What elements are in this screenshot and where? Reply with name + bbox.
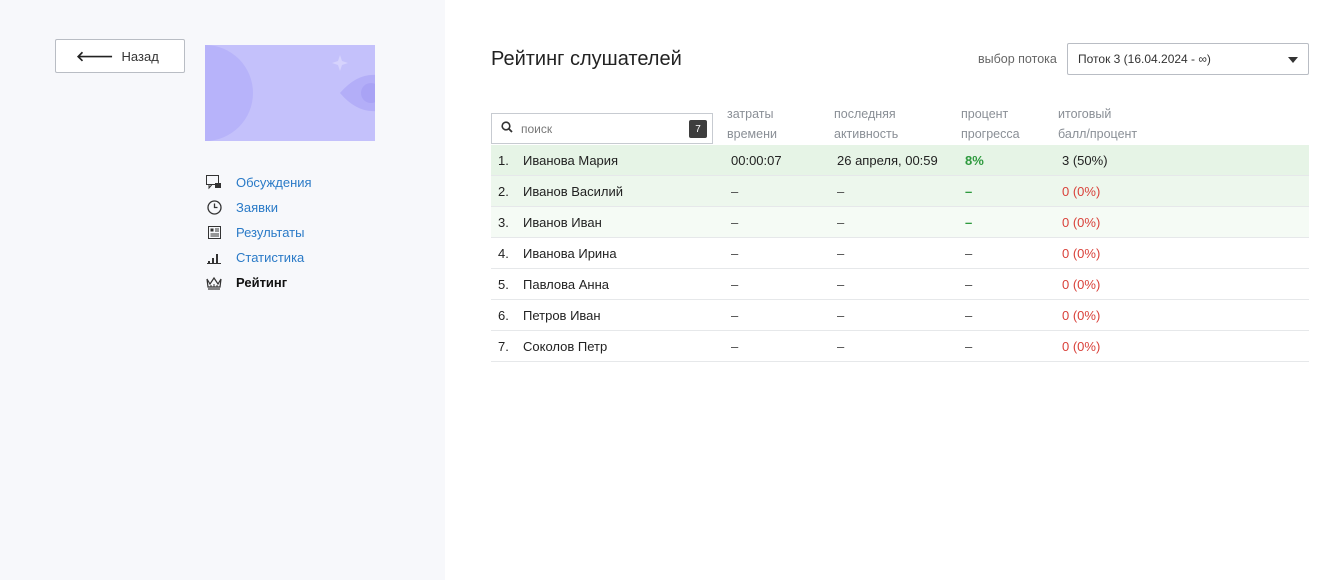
clock-icon	[205, 199, 223, 217]
row-rank: 4.	[498, 245, 509, 261]
page-title: Рейтинг слушателей	[491, 48, 682, 70]
column-header-progress: процент прогресса	[961, 107, 1020, 141]
row-score: 3 (50%)	[1062, 152, 1108, 168]
nav-item-requests[interactable]: Заявки	[205, 195, 312, 220]
row-time: –	[731, 245, 739, 261]
search-icon	[501, 120, 513, 138]
row-time: –	[731, 338, 739, 354]
rating-table: 1. Иванова Мария 00:00:07 26 апреля, 00:…	[491, 145, 1309, 362]
nav-item-results[interactable]: Результаты	[205, 220, 312, 245]
chevron-down-icon	[1288, 57, 1298, 63]
row-name: Иванова Ирина	[523, 245, 617, 261]
row-name: Иванова Мария	[523, 152, 619, 168]
search-input[interactable]	[521, 121, 671, 136]
row-name: Иванов Василий	[523, 183, 624, 199]
row-activity: –	[837, 214, 845, 230]
bar-chart-icon	[205, 249, 223, 267]
row-activity: –	[837, 183, 845, 199]
nav-item-discussions[interactable]: Обсуждения	[205, 170, 312, 195]
back-button[interactable]: 🡐 Назад	[55, 39, 185, 73]
nav-item-label[interactable]: Статистика	[236, 250, 304, 265]
row-score: 0 (0%)	[1062, 245, 1101, 261]
row-name: Павлова Анна	[523, 276, 610, 292]
table-row[interactable]: 6. Петров Иван – – – 0 (0%)	[491, 300, 1309, 331]
row-rank: 3.	[498, 214, 509, 230]
result-count-badge: 7	[689, 120, 707, 138]
table-row[interactable]: 2. Иванов Василий – – – 0 (0%)	[491, 176, 1309, 207]
row-progress: –	[965, 307, 973, 323]
stream-select-value: Поток 3 (16.04.2024 - ∞)	[1078, 52, 1211, 66]
row-rank: 6.	[498, 307, 509, 323]
back-button-label: Назад	[121, 48, 159, 64]
row-progress: –	[965, 214, 973, 230]
row-score: 0 (0%)	[1062, 307, 1101, 323]
nav-item-label[interactable]: Заявки	[236, 200, 278, 215]
search-box: 7	[491, 113, 713, 144]
row-progress: –	[965, 338, 973, 354]
row-activity: –	[837, 307, 845, 323]
row-rank: 7.	[498, 338, 509, 354]
nav-item-label[interactable]: Результаты	[236, 225, 304, 240]
stream-select-label: выбор потока	[978, 52, 1057, 66]
course-cover-image	[205, 45, 375, 141]
nav-item-label: Рейтинг	[236, 275, 288, 290]
column-header-activity: последняя активность	[834, 107, 899, 141]
row-time: –	[731, 183, 739, 199]
row-rank: 2.	[498, 183, 509, 199]
nav-item-rating[interactable]: Рейтинг	[205, 270, 312, 295]
row-name: Иванов Иван	[523, 214, 602, 230]
course-nav: Обсуждения Заявки Результаты Статистика …	[205, 170, 312, 295]
row-name: Петров Иван	[523, 307, 601, 323]
row-name: Соколов Петр	[523, 338, 608, 354]
row-score: 0 (0%)	[1062, 183, 1101, 199]
row-score: 0 (0%)	[1062, 338, 1101, 354]
row-progress: –	[965, 245, 973, 261]
row-rank: 5.	[498, 276, 509, 292]
table-row[interactable]: 1. Иванова Мария 00:00:07 26 апреля, 00:…	[491, 145, 1309, 176]
row-time: –	[731, 276, 739, 292]
row-activity: –	[837, 245, 845, 261]
arrow-left-icon: 🡐	[76, 47, 114, 64]
table-row[interactable]: 7. Соколов Петр – – – 0 (0%)	[491, 331, 1309, 362]
table-row[interactable]: 4. Иванова Ирина – – – 0 (0%)	[491, 238, 1309, 269]
table-row[interactable]: 5. Павлова Анна – – – 0 (0%)	[491, 269, 1309, 300]
column-header-time: затраты времени	[727, 107, 777, 141]
row-score: 0 (0%)	[1062, 276, 1101, 292]
row-time: 00:00:07	[731, 152, 782, 168]
column-header-score: итоговый балл/процент	[1058, 107, 1138, 141]
row-progress: –	[965, 183, 973, 199]
row-activity: –	[837, 276, 845, 292]
crown-icon	[205, 274, 223, 292]
nav-item-statistics[interactable]: Статистика	[205, 245, 312, 270]
row-time: –	[731, 214, 739, 230]
chat-icon	[205, 174, 223, 192]
table-row[interactable]: 3. Иванов Иван – – – 0 (0%)	[491, 207, 1309, 238]
row-activity: 26 апреля, 00:59	[837, 152, 938, 168]
nav-item-label[interactable]: Обсуждения	[236, 175, 312, 190]
row-progress: 8%	[965, 152, 984, 168]
row-rank: 1.	[498, 152, 509, 168]
row-progress: –	[965, 276, 973, 292]
row-score: 0 (0%)	[1062, 214, 1101, 230]
stream-select[interactable]: Поток 3 (16.04.2024 - ∞)	[1067, 43, 1309, 75]
row-activity: –	[837, 338, 845, 354]
results-icon	[205, 224, 223, 242]
sidebar: 🡐 Назад Обсуждения Заявки Результаты Ста…	[0, 0, 445, 580]
row-time: –	[731, 307, 739, 323]
